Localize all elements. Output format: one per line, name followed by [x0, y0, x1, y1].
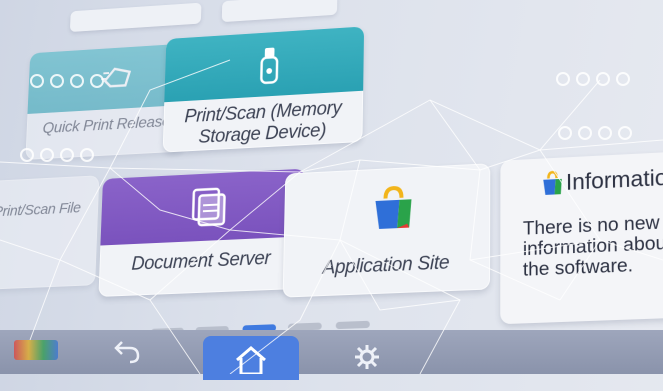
decor-dots	[556, 72, 636, 91]
tile-label: Print/Scan File	[0, 199, 82, 221]
home-button[interactable]	[203, 336, 299, 380]
information-message: There is no new information about the so…	[522, 211, 663, 280]
tile-print-scan-memory[interactable]: Print/Scan (Memory Storage Device)	[162, 26, 365, 153]
top-partial-tile[interactable]	[221, 0, 338, 23]
home-icon	[233, 344, 269, 376]
tile-print-scan-file[interactable]: Print/Scan File	[0, 175, 100, 291]
information-bag-icon	[541, 170, 564, 198]
back-icon[interactable]	[112, 338, 142, 364]
tile-label: Application Site	[322, 252, 450, 279]
top-partial-tile[interactable]	[69, 2, 202, 33]
bottom-navigation-bar	[0, 330, 663, 380]
document-server-icon	[187, 184, 229, 231]
decor-dots	[20, 148, 100, 167]
decor-dots	[30, 74, 110, 93]
information-title: Information	[565, 163, 663, 195]
page-dot[interactable]	[335, 320, 370, 330]
usb-icon	[258, 45, 280, 87]
decor-dots	[558, 126, 638, 145]
tile-label: Document Server	[131, 247, 271, 275]
color-strip	[14, 340, 58, 360]
tile-application-site[interactable]: Application Site	[282, 163, 491, 298]
information-panel[interactable]: Information There is no new information …	[500, 150, 663, 325]
gear-icon[interactable]	[354, 344, 380, 370]
shopping-bag-icon	[371, 183, 416, 233]
tile-document-server[interactable]: Document Server	[98, 168, 305, 297]
